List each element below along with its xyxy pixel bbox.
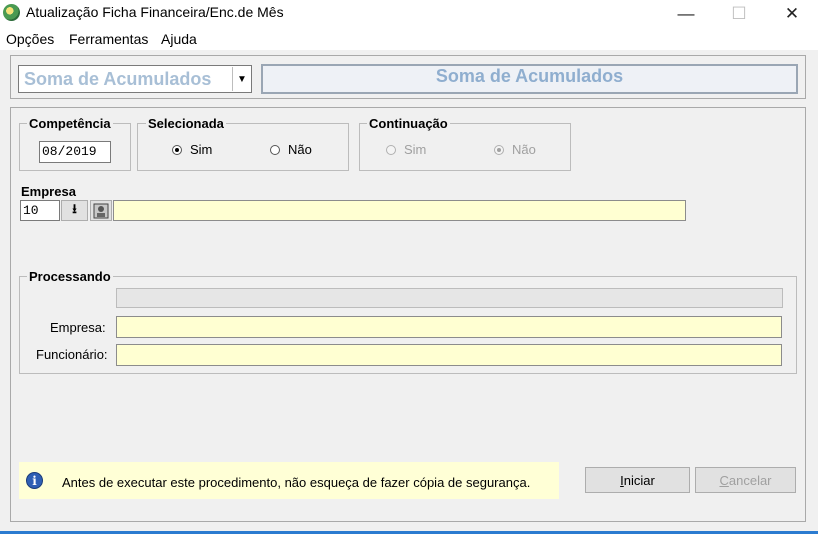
menu-ajuda[interactable]: Ajuda <box>161 31 197 47</box>
progress-bar <box>116 288 783 308</box>
empresa-code-value: 10 <box>23 203 39 218</box>
start-button[interactable]: Iniciar <box>585 467 690 493</box>
selecionada-sim-radio[interactable] <box>172 145 182 155</box>
empresa-label: Empresa <box>21 184 76 199</box>
app-globe-icon <box>3 4 20 21</box>
continuacao-sim-label: Sim <box>404 142 427 157</box>
download-icon[interactable]: ⭳ <box>61 200 88 221</box>
selecionada-sim-label: Sim <box>190 142 213 157</box>
start-label: niciar <box>623 472 655 488</box>
processando-empresa-label: Empresa: <box>50 320 106 335</box>
processando-funcionario-label: Funcionário: <box>36 347 108 362</box>
maximize-button[interactable]: ☐ <box>716 0 762 28</box>
selecionada-nao-radio[interactable] <box>270 145 280 155</box>
continuacao-sim-radio[interactable] <box>386 145 396 155</box>
window-title: Atualização Ficha Financeira/Enc.de Mês <box>26 4 284 20</box>
selecionada-label: Selecionada <box>146 116 226 131</box>
continuacao-label: Continuação <box>367 116 450 131</box>
menu-opcoes[interactable]: Opções <box>6 31 54 47</box>
cancel-label: ancelar <box>728 472 772 488</box>
menu-ferramentas[interactable]: Ferramentas <box>69 31 148 47</box>
competencia-label: Competência <box>27 116 113 131</box>
chevron-down-icon[interactable]: ▼ <box>232 67 251 91</box>
cancel-button[interactable]: Cancelar <box>695 467 796 493</box>
processando-empresa-field <box>116 316 782 338</box>
continuacao-nao-label: Não <box>512 142 536 157</box>
info-text: Antes de executar este procedimento, não… <box>62 475 531 490</box>
continuacao-nao-radio[interactable] <box>494 145 504 155</box>
cancel-mnemonic: C <box>719 472 729 488</box>
info-icon: i <box>26 472 43 489</box>
processando-label: Processando <box>27 269 113 284</box>
close-button[interactable]: ✕ <box>769 0 815 28</box>
process-select-value: Soma de Acumulados <box>24 69 212 89</box>
lookup-person-icon[interactable] <box>90 200 112 221</box>
empresa-name-field[interactable] <box>113 200 686 221</box>
processando-funcionario-field <box>116 344 782 366</box>
competencia-value: 08/2019 <box>42 144 97 159</box>
page-title: Soma de Acumulados <box>435 66 624 86</box>
selecionada-nao-label: Não <box>288 142 312 157</box>
minimize-button[interactable]: — <box>663 0 709 28</box>
